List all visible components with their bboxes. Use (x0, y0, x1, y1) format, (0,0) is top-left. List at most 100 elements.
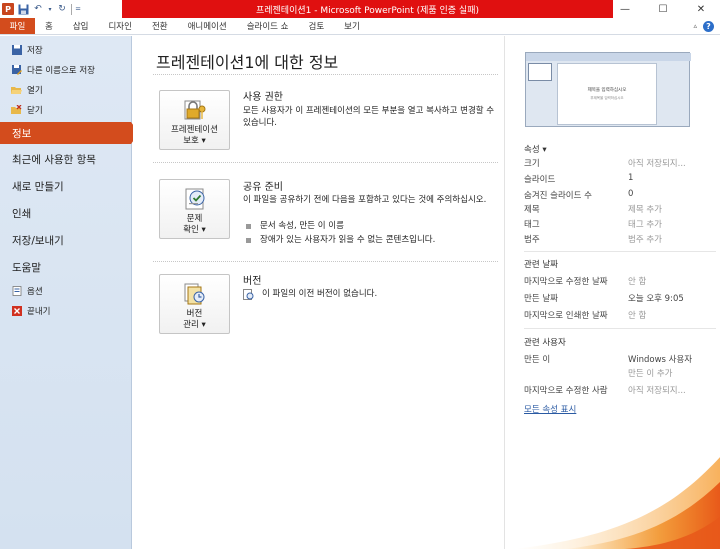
share-bullet: 문서 속성, 만든 이 이름 (243, 219, 435, 233)
prop-value: 오늘 오후 9:05 (628, 294, 684, 304)
tab-animations[interactable]: 애니메이션 (178, 18, 237, 34)
help-icon[interactable]: ? (703, 20, 714, 32)
close-icon[interactable]: ✕ (682, 0, 720, 18)
permissions-title: 사용 권한 (243, 92, 283, 103)
prop-key: 숨겨진 슬라이드 수 (524, 191, 592, 201)
prop-key: 제목 (524, 205, 540, 215)
ppt-app-icon[interactable]: P (2, 3, 14, 15)
manage-versions-label: 버전 관리 ▾ (183, 309, 206, 331)
nav-save[interactable]: 저장 (0, 40, 131, 60)
versions-desc: 이 파일의 이전 버전이 없습니다. (262, 289, 378, 299)
prop-key: 크기 (524, 159, 540, 169)
prop-key: 만든 날짜 (524, 294, 558, 304)
nav-print[interactable]: 인쇄 (0, 200, 131, 227)
manage-versions-button[interactable]: 버전 관리 ▾ (159, 274, 230, 334)
nav-save-send[interactable]: 저장/보내기 (0, 227, 131, 254)
prop-slides: 슬라이드 1 (524, 173, 719, 185)
save-icon[interactable] (17, 3, 29, 15)
prop-category-input[interactable]: 범주 추가 (628, 233, 662, 245)
tab-design[interactable]: 디자인 (98, 18, 141, 34)
ribbon-tabs: 파일 홈 삽입 디자인 전환 애니메이션 슬라이드 쇼 검토 보기 ▵ ? (0, 18, 720, 35)
share-bullet-2: 장애가 있는 사용자가 읽을 수 없는 콘텐츠입니다. (260, 235, 436, 245)
nav-options-label: 옵션 (27, 287, 43, 297)
versions-title: 버전 (243, 276, 262, 287)
save-as-icon (11, 65, 22, 76)
undo-dropdown-icon[interactable]: ▾ (47, 3, 53, 15)
protect-button-line1: 프레젠테이션 (171, 125, 218, 135)
nav-close[interactable]: 닫기 (0, 100, 131, 120)
nav-open[interactable]: 열기 (0, 80, 131, 100)
author-name[interactable]: Windows 사용자 (628, 353, 692, 365)
share-bullet-1: 문서 속성, 만든 이 이름 (260, 221, 344, 231)
ribbon-collapse-icon[interactable]: ▵ (693, 22, 697, 30)
prop-key: 마지막으로 수정한 사람 (524, 386, 608, 396)
manage-versions-line2: 관리 ▾ (183, 320, 206, 330)
redo-icon[interactable]: ↻ (56, 3, 68, 15)
prop-tags-input[interactable]: 태그 추가 (628, 218, 662, 230)
title-divider (153, 74, 498, 75)
properties-dropdown[interactable]: 속성 ▾ (524, 143, 547, 155)
prop-last-printed: 마지막으로 인쇄한 날짜 안 함 (524, 309, 719, 321)
lock-key-icon (182, 97, 208, 123)
info-main: 프레젠테이션1에 대한 정보 프레젠테이션 보호 ▾ 사용 권한 모든 사용자가… (133, 36, 504, 549)
checklist-icon (182, 186, 208, 212)
prop-key: 마지막으로 수정한 날짜 (524, 277, 608, 287)
prop-size: 크기 아직 저장되지... (524, 157, 719, 169)
nav-help[interactable]: 도움말 (0, 254, 131, 281)
prop-title: 제목 제목 추가 (524, 203, 719, 215)
customize-icon[interactable]: = (75, 3, 81, 15)
prop-key: 태그 (524, 220, 540, 230)
save-icon (11, 45, 22, 56)
protect-button-line2: 보호 ▾ (183, 136, 206, 146)
nav-new[interactable]: 새로 만들기 (0, 173, 131, 200)
page-title: 프레젠테이션1에 대한 정보 (156, 53, 339, 72)
maximize-icon[interactable]: ☐ (644, 0, 682, 18)
tab-review[interactable]: 검토 (299, 18, 335, 34)
share-desc: 이 파일을 공유하기 전에 다음을 포함하고 있다는 것에 주의하십시오. (243, 195, 487, 205)
check-issues-label: 문제 확인 ▾ (183, 214, 206, 236)
permissions-desc: 모든 사용자가 이 프레젠테이션의 모든 부분을 열고 복사하고 변경할 수 있… (243, 106, 495, 128)
window-controls: — ☐ ✕ (606, 0, 720, 18)
share-bullet: 장애가 있는 사용자가 읽을 수 없는 콘텐츠입니다. (243, 233, 435, 247)
add-author-input[interactable]: 만든 이 추가 (628, 367, 673, 379)
tab-slide-show[interactable]: 슬라이드 쇼 (237, 18, 299, 34)
prop-last-modified: 마지막으로 수정한 날짜 안 함 (524, 275, 719, 287)
tab-transitions[interactable]: 전환 (142, 18, 178, 34)
undo-icon[interactable]: ↶ (32, 3, 44, 15)
share-title: 공유 준비 (243, 182, 283, 193)
prop-add-author: 만든 이 추가 (524, 367, 719, 379)
nav-save-as[interactable]: 다른 이름으로 저장 (0, 60, 131, 80)
protect-presentation-button[interactable]: 프레젠테이션 보호 ▾ (159, 90, 230, 150)
thumb-slide-title: 제목을 입력하십시오 (587, 88, 627, 93)
nav-recent[interactable]: 최근에 사용한 항목 (0, 146, 131, 173)
check-issues-button[interactable]: 문제 확인 ▾ (159, 179, 230, 239)
manage-versions-line1: 버전 (186, 309, 203, 319)
nav-options[interactable]: 옵션 (0, 281, 131, 301)
nav-open-label: 열기 (27, 86, 43, 96)
minimize-icon[interactable]: — (606, 0, 644, 18)
prop-value: 안 함 (628, 311, 647, 321)
nav-exit[interactable]: 끝내기 (0, 301, 131, 321)
nav-save-as-label: 다른 이름으로 저장 (27, 66, 95, 76)
prop-value: 아직 저장되지... (628, 159, 686, 169)
backstage-nav: 저장 다른 이름으로 저장 열기 닫기 정보 최근에 사용한 항목 새로 만들기… (0, 36, 139, 549)
close-doc-icon (11, 105, 22, 116)
version-file-icon (243, 288, 254, 300)
tab-insert[interactable]: 삽입 (63, 18, 99, 34)
thumb-slide-mini (528, 63, 552, 81)
tab-file[interactable]: 파일 (0, 18, 35, 34)
section-divider-1 (153, 162, 498, 163)
prop-value: 1 (628, 173, 634, 183)
nav-info[interactable]: 정보 (0, 122, 139, 144)
prop-title-input[interactable]: 제목 추가 (628, 203, 662, 215)
tab-home[interactable]: 홈 (35, 18, 63, 34)
slide-thumbnail[interactable]: 제목을 입력하십시오 부제목을 입력하십시오 (525, 52, 691, 127)
prop-value: 안 함 (628, 277, 647, 287)
prop-key: 만든 이 (524, 355, 551, 365)
prop-value: 아직 저장되지... (628, 386, 686, 396)
separator (71, 3, 72, 15)
show-all-properties-link[interactable]: 모든 속성 표시 (524, 403, 576, 415)
tab-view[interactable]: 보기 (334, 18, 370, 34)
pane-divider (524, 328, 716, 329)
check-issues-line2: 확인 ▾ (183, 225, 206, 235)
